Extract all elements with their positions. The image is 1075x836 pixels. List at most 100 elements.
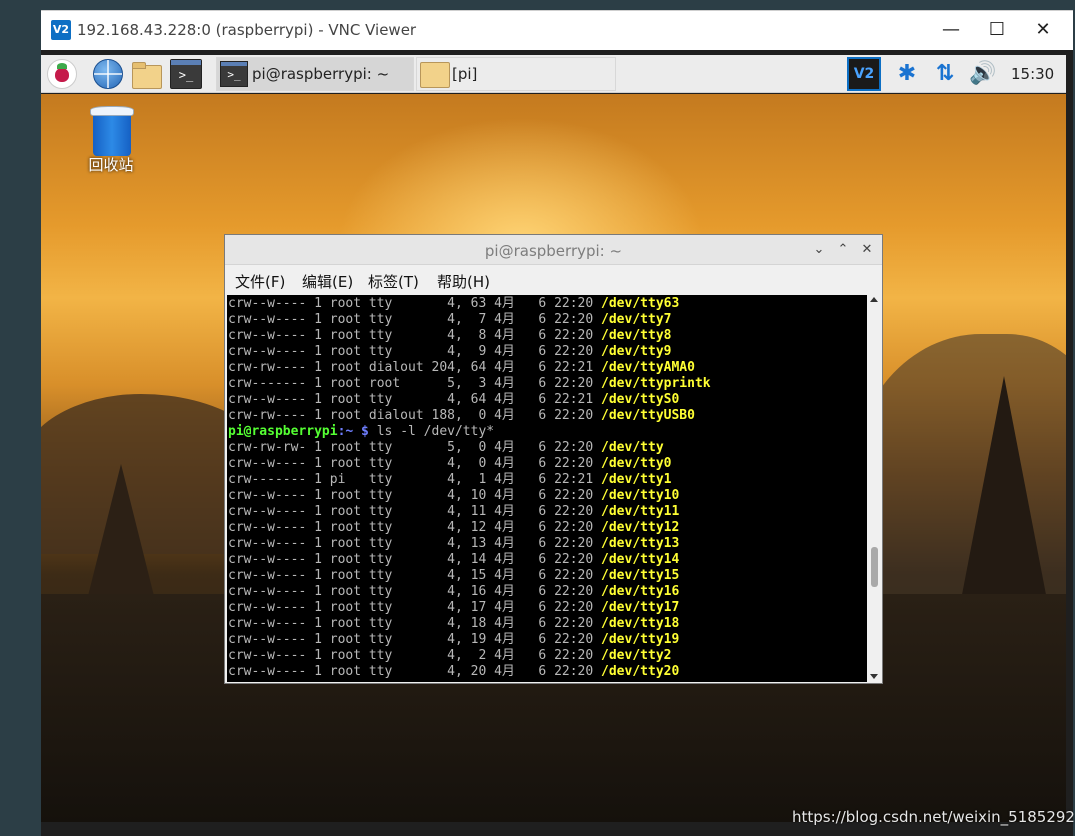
minimize-button[interactable]: —	[928, 11, 974, 51]
terminal-line: crw--w---- 1 root tty 4, 20 4月 6 22:20 /…	[228, 664, 679, 680]
network-icon[interactable]: ⇅	[931, 59, 959, 89]
terminal-titlebar[interactable]: pi@raspberrypi: ~ ⌄ ⌃ ✕	[225, 235, 882, 265]
scroll-down-icon[interactable]	[870, 674, 878, 679]
vnc-logo-icon: V2	[51, 20, 71, 40]
scrollbar-thumb[interactable]	[871, 547, 878, 587]
menu-help[interactable]: 帮助(H)	[437, 271, 490, 292]
menu-tabs[interactable]: 标签(T)	[368, 271, 419, 292]
device-name: /dev/tty12	[601, 520, 679, 535]
device-name: /dev/ttyAMA0	[601, 360, 695, 375]
desktop-icon-label[interactable]: 回收站	[81, 154, 141, 175]
terminal-line: crw------- 1 pi tty 4, 1 4月 6 22:21 /dev…	[228, 472, 671, 488]
file-info: crw--w---- 1 root tty 4, 19 4月 6 22:20	[228, 632, 601, 647]
file-info: crw------- 1 pi tty 4, 1 4月 6 22:21	[228, 472, 601, 487]
file-info: crw--w---- 1 root tty 4, 20 4月 6 22:20	[228, 664, 601, 679]
terminal-line: crw--w---- 1 root tty 4, 13 4月 6 22:20 /…	[228, 536, 679, 552]
terminal-line: crw--w---- 1 root tty 4, 17 4月 6 22:20 /…	[228, 600, 679, 616]
scrollbar[interactable]	[868, 295, 881, 682]
raspberry-pi-menu-icon[interactable]	[47, 59, 77, 89]
watermark: https://blog.csdn.net/weixin_51852924	[792, 808, 1075, 826]
device-name: /dev/tty13	[601, 536, 679, 551]
volume-icon[interactable]: 🔊	[969, 59, 997, 89]
terminal-line: crw--w---- 1 root tty 4, 9 4月 6 22:20 /d…	[228, 344, 671, 360]
file-info: crw--w---- 1 root tty 4, 8 4月 6 22:20	[228, 328, 601, 343]
device-name: /dev/tty18	[601, 616, 679, 631]
device-name: /dev/tty20	[601, 664, 679, 679]
device-name: /dev/tty15	[601, 568, 679, 583]
file-info: crw------- 1 root root 5, 3 4月 6 22:20	[228, 376, 601, 391]
device-name: /dev/ttyprintk	[601, 376, 711, 391]
menu-edit[interactable]: 编辑(E)	[302, 271, 353, 292]
file-info: crw--w---- 1 root tty 4, 18 4月 6 22:20	[228, 616, 601, 631]
terminal-line: crw--w---- 1 root tty 4, 12 4月 6 22:20 /…	[228, 520, 679, 536]
bluetooth-icon[interactable]: ✱	[893, 59, 921, 89]
terminal-line: crw--w---- 1 root tty 4, 16 4月 6 22:20 /…	[228, 584, 679, 600]
vnc-server-tray-icon[interactable]: V2	[847, 57, 881, 91]
terminal-line: crw--w---- 1 root tty 4, 0 4月 6 22:20 /d…	[228, 456, 671, 472]
terminal-line: crw-rw---- 1 root dialout 188, 0 4月 6 22…	[228, 408, 695, 424]
task-label: [pi]	[452, 65, 477, 83]
device-name: /dev/tty19	[601, 632, 679, 647]
file-info: crw-rw-rw- 1 root tty 5, 0 4月 6 22:20	[228, 440, 601, 455]
terminal-line: crw--w---- 1 root tty 4, 2 4月 6 22:20 /d…	[228, 648, 671, 664]
taskbar: >_ >_ pi@raspberrypi: ~ [pi] V2 ✱ ⇅ 🔊 15…	[41, 55, 1066, 93]
file-info: crw--w---- 1 root tty 4, 12 4月 6 22:20	[228, 520, 601, 535]
clock[interactable]: 15:30	[1011, 65, 1054, 83]
file-info: crw--w---- 1 root tty 4, 63 4月 6 22:20	[228, 296, 601, 311]
terminal-icon[interactable]: >_	[170, 59, 202, 89]
device-name: /dev/tty8	[601, 328, 671, 343]
trash-icon	[93, 114, 131, 156]
file-info: crw--w---- 1 root tty 4, 14 4月 6 22:20	[228, 552, 601, 567]
minimize-button[interactable]: ⌄	[809, 240, 829, 260]
terminal-line: crw--w---- 1 root tty 4, 11 4月 6 22:20 /…	[228, 504, 679, 520]
scroll-up-icon[interactable]	[870, 297, 878, 302]
file-info: crw--w---- 1 root tty 4, 2 4月 6 22:20	[228, 648, 601, 663]
terminal-line: crw--w---- 1 root tty 4, 15 4月 6 22:20 /…	[228, 568, 679, 584]
terminal-window: pi@raspberrypi: ~ ⌄ ⌃ ✕ 文件(F) 编辑(E) 标签(T…	[224, 234, 883, 684]
terminal-line: crw-rw-rw- 1 root tty 5, 0 4月 6 22:20 /d…	[228, 440, 664, 456]
menu-file[interactable]: 文件(F)	[235, 271, 285, 292]
wallpaper-pagoda	[956, 376, 1052, 626]
device-name: /dev/tty10	[601, 488, 679, 503]
close-button[interactable]: ✕	[1020, 11, 1066, 51]
device-name: /dev/tty63	[601, 296, 679, 311]
file-info: crw--w---- 1 root tty 4, 0 4月 6 22:20	[228, 456, 601, 471]
device-name: /dev/tty16	[601, 584, 679, 599]
maximize-button[interactable]: ⌃	[833, 240, 853, 260]
file-info: crw--w---- 1 root tty 4, 10 4月 6 22:20	[228, 488, 601, 503]
terminal-title: pi@raspberrypi: ~	[225, 242, 882, 260]
file-info: crw--w---- 1 root tty 4, 7 4月 6 22:20	[228, 312, 601, 327]
terminal-line: crw--w---- 1 root tty 4, 14 4月 6 22:20 /…	[228, 552, 679, 568]
terminal-line: crw--w---- 1 root tty 4, 18 4月 6 22:20 /…	[228, 616, 679, 632]
file-info: crw--w---- 1 root tty 4, 17 4月 6 22:20	[228, 600, 601, 615]
command-text: ls -l /dev/tty*	[369, 424, 494, 439]
device-name: /dev/tty	[601, 440, 664, 455]
task-button-files[interactable]: [pi]	[416, 57, 616, 91]
device-name: /dev/tty14	[601, 552, 679, 567]
device-name: /dev/ttyUSB0	[601, 408, 695, 423]
prompt-path: :~ $	[338, 424, 369, 439]
window-title: 192.168.43.228:0 (raspberrypi) - VNC Vie…	[77, 21, 416, 39]
trash-lid-icon	[90, 106, 134, 116]
terminal-line: crw------- 1 root root 5, 3 4月 6 22:20 /…	[228, 376, 711, 392]
prompt-user: pi@raspberrypi	[228, 424, 338, 439]
terminal-line: crw--w---- 1 root tty 4, 63 4月 6 22:20 /…	[228, 296, 679, 312]
file-info: crw-rw---- 1 root dialout 204, 64 4月 6 2…	[228, 360, 601, 375]
file-info: crw--w---- 1 root tty 4, 13 4月 6 22:20	[228, 536, 601, 551]
terminal-output[interactable]: crw--w---- 1 root tty 4, 63 4月 6 22:20 /…	[227, 295, 867, 682]
web-browser-icon[interactable]	[93, 59, 123, 89]
close-button[interactable]: ✕	[857, 240, 877, 260]
task-button-terminal[interactable]: >_ pi@raspberrypi: ~	[216, 57, 414, 91]
terminal-line: pi@raspberrypi:~ $ ls -l /dev/tty*	[228, 424, 494, 440]
file-info: crw--w---- 1 root tty 4, 11 4月 6 22:20	[228, 504, 601, 519]
device-name: /dev/tty2	[601, 648, 671, 663]
terminal-line: crw--w---- 1 root tty 4, 64 4月 6 22:21 /…	[228, 392, 679, 408]
terminal-line: crw--w---- 1 root tty 4, 10 4月 6 22:20 /…	[228, 488, 679, 504]
device-name: /dev/tty9	[601, 344, 671, 359]
file-info: crw--w---- 1 root tty 4, 16 4月 6 22:20	[228, 584, 601, 599]
file-manager-icon[interactable]	[131, 59, 163, 89]
vnc-titlebar[interactable]: V2 192.168.43.228:0 (raspberrypi) - VNC …	[41, 10, 1073, 50]
terminal-line: crw-rw---- 1 root dialout 204, 64 4月 6 2…	[228, 360, 695, 376]
maximize-button[interactable]: ☐	[974, 11, 1020, 51]
folder-icon	[420, 62, 450, 88]
